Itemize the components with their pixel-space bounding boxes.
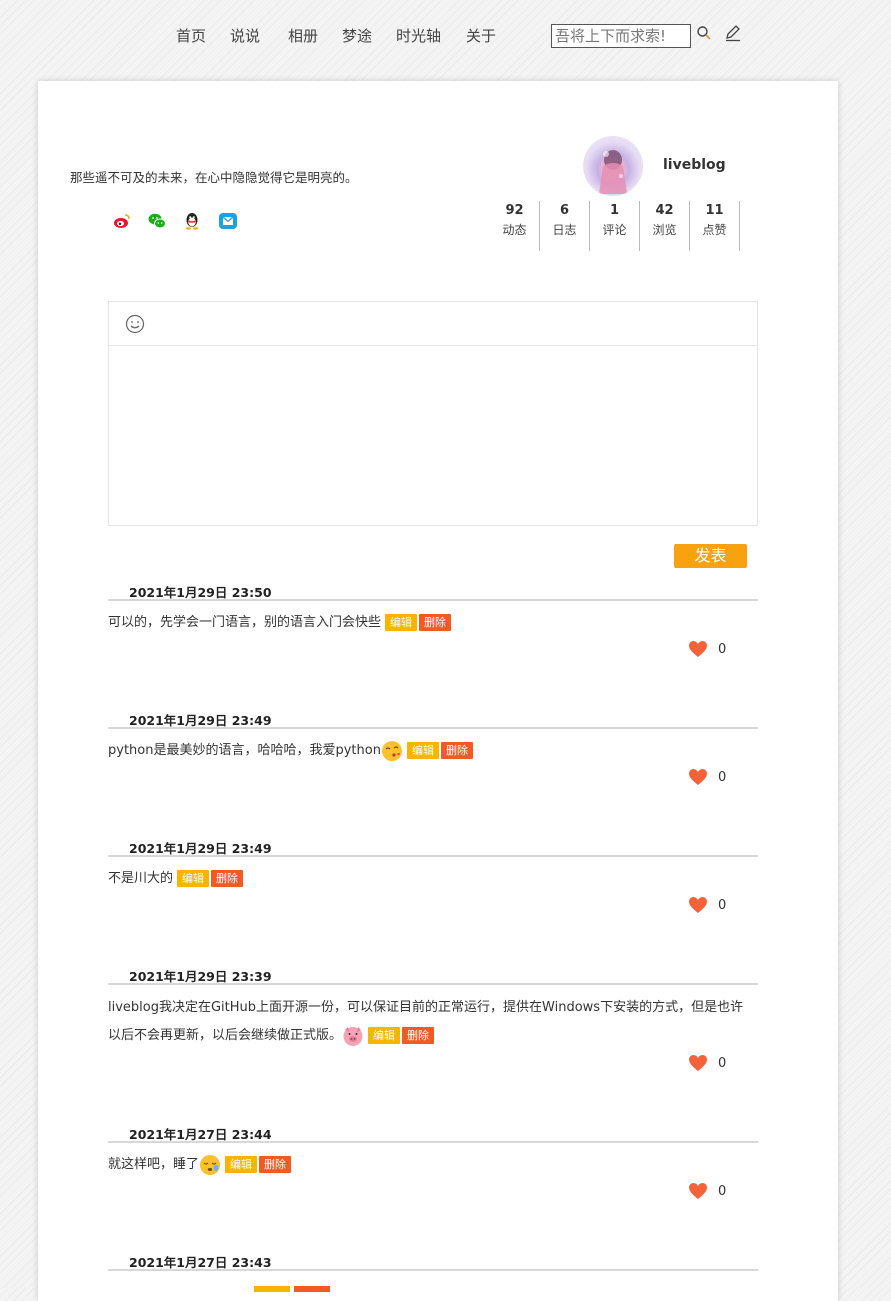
nav-mengtu[interactable]: 梦途 [342,25,372,46]
post-editor[interactable] [108,301,758,526]
heart-icon [689,641,707,657]
wechat-icon[interactable] [147,211,167,231]
like-button[interactable]: 0 [688,896,758,918]
weibo-icon[interactable] [112,211,132,231]
edit-button[interactable]: 编辑 [406,742,439,759]
profile-username[interactable]: liveblog [663,157,726,173]
mail-icon[interactable] [218,211,238,231]
edit-button[interactable]: 编辑 [385,614,418,631]
like-button[interactable]: 0 [688,1054,758,1076]
delete-button[interactable]: 删除 [402,1027,435,1044]
nav-home[interactable]: 首页 [176,25,206,46]
stat-comments[interactable]: 1 评论 [590,201,640,251]
publish-button[interactable]: 发表 [674,544,747,568]
delete-button[interactable]: 删除 [419,614,452,631]
avatar[interactable] [583,136,643,196]
smiley-icon[interactable] [125,314,145,334]
pig-emoji-icon [343,1026,363,1046]
pencil-icon[interactable] [724,24,742,42]
stat-value: 92 [505,203,524,218]
heart-icon [689,1055,707,1071]
stat-posts[interactable]: 92 动态 [490,201,540,251]
like-button[interactable]: 0 [688,1182,758,1204]
like-count: 0 [718,642,727,657]
sleepy-emoji-icon [200,1154,221,1175]
divider [108,855,758,857]
editor-toolbar [109,302,757,346]
post-content: 可以的，先学会一门语言，别的语言入门会快些 编辑 删除 [108,609,753,637]
top-nav: 首页 说说 相册 梦途 时光轴 关于 [0,0,891,70]
post-text: 就这样吧，睡了 [108,1157,200,1172]
edit-button[interactable]: 编辑 [368,1027,401,1044]
delete-button[interactable]: 删除 [259,1156,292,1173]
stat-label: 日志 [552,223,577,237]
edit-button[interactable] [254,1286,290,1292]
qq-icon[interactable] [182,211,202,231]
delete-button[interactable] [294,1286,330,1292]
heart-icon [689,769,707,785]
main-card: 那些遥不可及的未来，在心中隐隐觉得它是明亮的。 liveblog 92 动态 6… [38,81,838,1301]
heart-icon [689,897,707,913]
edit-button[interactable]: 编辑 [177,870,210,887]
search-icon[interactable] [696,25,712,41]
nav-timeline[interactable]: 时光轴 [396,25,441,46]
like-count: 0 [718,898,727,913]
like-button[interactable]: 0 [688,768,758,790]
post-text: 可以的，先学会一门语言，别的语言入门会快些 [108,615,382,630]
stat-value: 1 [609,203,620,218]
like-button[interactable]: 0 [688,640,758,662]
stat-value: 11 [705,203,724,218]
divider [108,1269,758,1271]
edit-button[interactable]: 编辑 [225,1156,258,1173]
stat-label: 动态 [502,223,527,237]
divider [108,1141,758,1143]
divider [108,983,758,985]
post-content: python是最美妙的语言，哈哈哈，我爱python 编辑 删除 [108,737,753,765]
like-count: 0 [718,1056,727,1071]
post-content: liveblog我决定在GitHub上面开源一份，可以保证目前的正常运行，提供在… [108,994,753,1050]
stat-likes[interactable]: 11 点赞 [690,201,740,251]
stat-views[interactable]: 42 浏览 [640,201,690,251]
stat-label: 浏览 [652,223,677,237]
stat-label: 评论 [602,223,627,237]
avatar-image [599,150,627,194]
heart-icon [689,1183,707,1199]
stat-value: 6 [559,203,570,218]
post-content: 就这样吧，睡了 编辑 删除 [108,1151,753,1179]
nav-album[interactable]: 相册 [288,25,318,46]
delete-button[interactable]: 删除 [440,742,473,759]
profile-motto: 那些遥不可及的未来，在心中隐隐觉得它是明亮的。 [70,170,358,185]
divider [108,727,758,729]
delete-button[interactable]: 删除 [211,870,244,887]
nav-shuoshuo[interactable]: 说说 [230,25,260,46]
post-text: 不是川大的 [108,871,174,886]
post-text: python是最美妙的语言，哈哈哈，我爱python [108,743,381,758]
nav-about[interactable]: 关于 [466,25,496,46]
like-count: 0 [718,1184,727,1199]
like-count: 0 [718,770,727,785]
stat-value: 42 [655,203,674,218]
kiss-emoji-icon [381,740,402,761]
search-input[interactable] [551,24,691,48]
stat-label: 点赞 [702,223,727,237]
stat-logs[interactable]: 6 日志 [540,201,590,251]
divider [108,599,758,601]
post-content: 不是川大的 编辑 删除 [108,865,753,893]
